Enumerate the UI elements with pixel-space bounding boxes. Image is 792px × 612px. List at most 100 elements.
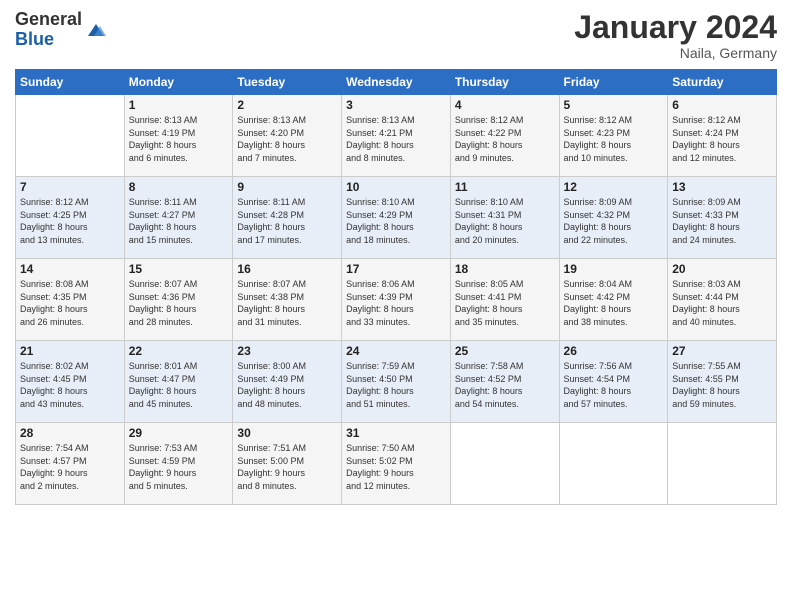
day-number: 2 (237, 98, 337, 112)
week-row-1: 1Sunrise: 8:13 AM Sunset: 4:19 PM Daylig… (16, 95, 777, 177)
cell-content: Sunrise: 8:03 AM Sunset: 4:44 PM Dayligh… (672, 278, 772, 328)
day-number: 10 (346, 180, 446, 194)
title-block: January 2024 Naila, Germany (574, 10, 777, 61)
calendar-cell: 31 Sunrise: 7:50 AM Sunset: 5:02 PM Dayli… (342, 423, 451, 505)
day-number: 21 (20, 344, 120, 358)
calendar-cell: 4 Sunrise: 8:12 AM Sunset: 4:22 PM Daylig… (450, 95, 559, 177)
calendar-cell: 30 Sunrise: 7:51 AM Sunset: 5:00 PM Dayli… (233, 423, 342, 505)
cell-content: Sunrise: 7:51 AM Sunset: 5:00 PM Dayligh… (237, 442, 337, 492)
day-number: 30 (237, 426, 337, 440)
day-number: 20 (672, 262, 772, 276)
day-header-tuesday: Tuesday (233, 70, 342, 95)
day-number: 8 (129, 180, 229, 194)
calendar-cell: 13 Sunrise: 8:09 AM Sunset: 4:33 PM Dayli… (668, 177, 777, 259)
calendar-cell: 14 Sunrise: 8:08 AM Sunset: 4:35 PM Dayli… (16, 259, 125, 341)
day-number: 27 (672, 344, 772, 358)
calendar-cell: 16 Sunrise: 8:07 AM Sunset: 4:38 PM Dayli… (233, 259, 342, 341)
cell-content: Sunrise: 7:54 AM Sunset: 4:57 PM Dayligh… (20, 442, 120, 492)
calendar-cell: 9Sunrise: 8:11 AM Sunset: 4:28 PM Daylig… (233, 177, 342, 259)
calendar-cell: 8 Sunrise: 8:11 AM Sunset: 4:27 PM Daylig… (124, 177, 233, 259)
cell-content: Sunrise: 8:11 AM Sunset: 4:28 PM Dayligh… (237, 196, 337, 246)
logo: General Blue (15, 10, 108, 50)
calendar-cell: 19 Sunrise: 8:04 AM Sunset: 4:42 PM Dayli… (559, 259, 668, 341)
cell-content: Sunrise: 8:13 AM Sunset: 4:20 PM Dayligh… (237, 114, 337, 164)
logo-icon (84, 18, 108, 42)
cell-content: Sunrise: 8:12 AM Sunset: 4:23 PM Dayligh… (564, 114, 664, 164)
calendar-cell: 1Sunrise: 8:13 AM Sunset: 4:19 PM Daylig… (124, 95, 233, 177)
day-number: 29 (129, 426, 229, 440)
day-number: 31 (346, 426, 446, 440)
logo-general-text: General (15, 9, 82, 29)
cell-content: Sunrise: 8:05 AM Sunset: 4:41 PM Dayligh… (455, 278, 555, 328)
cell-content: Sunrise: 8:08 AM Sunset: 4:35 PM Dayligh… (20, 278, 120, 328)
week-row-2: 7 Sunrise: 8:12 AM Sunset: 4:25 PM Daylig… (16, 177, 777, 259)
day-header-sunday: Sunday (16, 70, 125, 95)
cell-content: Sunrise: 8:12 AM Sunset: 4:25 PM Dayligh… (20, 196, 120, 246)
day-header-monday: Monday (124, 70, 233, 95)
calendar-cell: 21 Sunrise: 8:02 AM Sunset: 4:45 PM Dayli… (16, 341, 125, 423)
day-number: 17 (346, 262, 446, 276)
header: General Blue January 2024 Naila, Germany (15, 10, 777, 61)
cell-content: Sunrise: 7:58 AM Sunset: 4:52 PM Dayligh… (455, 360, 555, 410)
cell-content: Sunrise: 7:59 AM Sunset: 4:50 PM Dayligh… (346, 360, 446, 410)
cell-content: Sunrise: 8:12 AM Sunset: 4:22 PM Dayligh… (455, 114, 555, 164)
calendar-cell: 23 Sunrise: 8:00 AM Sunset: 4:49 PM Dayli… (233, 341, 342, 423)
cell-content: Sunrise: 8:10 AM Sunset: 4:29 PM Dayligh… (346, 196, 446, 246)
cell-content: Sunrise: 7:53 AM Sunset: 4:59 PM Dayligh… (129, 442, 229, 492)
day-number: 22 (129, 344, 229, 358)
day-header-friday: Friday (559, 70, 668, 95)
day-number: 18 (455, 262, 555, 276)
cell-content: Sunrise: 8:02 AM Sunset: 4:45 PM Dayligh… (20, 360, 120, 410)
day-number: 3 (346, 98, 446, 112)
day-number: 23 (237, 344, 337, 358)
day-number: 12 (564, 180, 664, 194)
week-row-4: 21 Sunrise: 8:02 AM Sunset: 4:45 PM Dayli… (16, 341, 777, 423)
header-row: SundayMondayTuesdayWednesdayThursdayFrid… (16, 70, 777, 95)
calendar-cell (559, 423, 668, 505)
cell-content: Sunrise: 7:50 AM Sunset: 5:02 PM Dayligh… (346, 442, 446, 492)
cell-content: Sunrise: 8:10 AM Sunset: 4:31 PM Dayligh… (455, 196, 555, 246)
cell-content: Sunrise: 8:13 AM Sunset: 4:21 PM Dayligh… (346, 114, 446, 164)
calendar-cell: 12Sunrise: 8:09 AM Sunset: 4:32 PM Dayli… (559, 177, 668, 259)
calendar-cell: 28 Sunrise: 7:54 AM Sunset: 4:57 PM Dayli… (16, 423, 125, 505)
day-number: 24 (346, 344, 446, 358)
day-number: 7 (20, 180, 120, 194)
calendar-cell (450, 423, 559, 505)
day-header-thursday: Thursday (450, 70, 559, 95)
calendar-cell: 24 Sunrise: 7:59 AM Sunset: 4:50 PM Dayli… (342, 341, 451, 423)
page: General Blue January 2024 Naila, Germany… (0, 0, 792, 612)
cell-content: Sunrise: 8:01 AM Sunset: 4:47 PM Dayligh… (129, 360, 229, 410)
calendar-cell: 26Sunrise: 7:56 AM Sunset: 4:54 PM Dayli… (559, 341, 668, 423)
day-number: 11 (455, 180, 555, 194)
day-number: 26 (564, 344, 664, 358)
calendar-cell: 6Sunrise: 8:12 AM Sunset: 4:24 PM Daylig… (668, 95, 777, 177)
cell-content: Sunrise: 8:09 AM Sunset: 4:33 PM Dayligh… (672, 196, 772, 246)
day-number: 13 (672, 180, 772, 194)
day-number: 16 (237, 262, 337, 276)
day-number: 28 (20, 426, 120, 440)
cell-content: Sunrise: 8:04 AM Sunset: 4:42 PM Dayligh… (564, 278, 664, 328)
calendar-cell: 10 Sunrise: 8:10 AM Sunset: 4:29 PM Dayli… (342, 177, 451, 259)
cell-content: Sunrise: 8:00 AM Sunset: 4:49 PM Dayligh… (237, 360, 337, 410)
day-header-wednesday: Wednesday (342, 70, 451, 95)
day-number: 19 (564, 262, 664, 276)
logo-text: General Blue (15, 10, 108, 50)
calendar-cell: 7 Sunrise: 8:12 AM Sunset: 4:25 PM Daylig… (16, 177, 125, 259)
calendar-cell (668, 423, 777, 505)
location: Naila, Germany (574, 45, 777, 61)
day-number: 25 (455, 344, 555, 358)
day-number: 5 (564, 98, 664, 112)
calendar-cell: 2 Sunrise: 8:13 AM Sunset: 4:20 PM Daylig… (233, 95, 342, 177)
cell-content: Sunrise: 8:07 AM Sunset: 4:38 PM Dayligh… (237, 278, 337, 328)
calendar-cell: 29 Sunrise: 7:53 AM Sunset: 4:59 PM Dayli… (124, 423, 233, 505)
calendar-cell: 11 Sunrise: 8:10 AM Sunset: 4:31 PM Dayli… (450, 177, 559, 259)
cell-content: Sunrise: 8:11 AM Sunset: 4:27 PM Dayligh… (129, 196, 229, 246)
week-row-3: 14 Sunrise: 8:08 AM Sunset: 4:35 PM Dayli… (16, 259, 777, 341)
day-number: 4 (455, 98, 555, 112)
calendar-cell: 17Sunrise: 8:06 AM Sunset: 4:39 PM Dayli… (342, 259, 451, 341)
day-number: 14 (20, 262, 120, 276)
calendar-cell: 20 Sunrise: 8:03 AM Sunset: 4:44 PM Dayli… (668, 259, 777, 341)
calendar-cell: 22 Sunrise: 8:01 AM Sunset: 4:47 PM Dayli… (124, 341, 233, 423)
logo-blue-text: Blue (15, 29, 54, 49)
week-row-5: 28 Sunrise: 7:54 AM Sunset: 4:57 PM Dayli… (16, 423, 777, 505)
